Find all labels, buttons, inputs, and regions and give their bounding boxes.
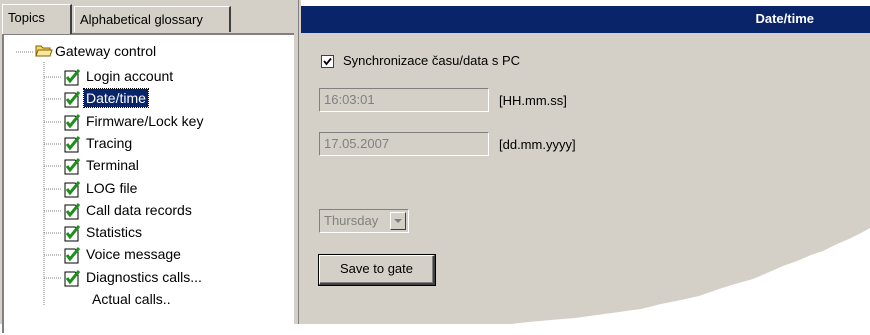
tree-item-label: Statistics	[86, 224, 143, 240]
tree-item-label: Voice message	[86, 246, 181, 262]
checked-doc-icon	[64, 181, 81, 198]
tree-item-label: Tracing	[86, 135, 133, 151]
checked-doc-icon	[64, 158, 81, 175]
tree-item-label: LOG file	[86, 180, 138, 196]
tree-item-label: Date/time	[83, 88, 149, 108]
tree-item-label: Actual calls..	[92, 291, 171, 307]
tab-alphabetical-glossary[interactable]: Alphabetical glossary	[74, 6, 231, 32]
checked-doc-icon	[64, 136, 81, 153]
checked-doc-icon	[64, 270, 81, 287]
panel-title-bar: Date/time	[301, 6, 870, 33]
checked-doc-icon	[64, 247, 81, 264]
tree-item-label: Firmware/Lock key	[86, 113, 204, 129]
tree-root-label: Gateway control	[55, 43, 157, 59]
tree-item-label: Diagnostics calls...	[86, 269, 202, 285]
topics-tree: Gateway control Login account Date/time …	[2, 33, 294, 333]
content-pane: Date/time Synchronizace času/data s PC 1…	[301, 0, 870, 324]
checked-doc-icon	[64, 69, 81, 86]
checked-doc-icon	[64, 203, 81, 220]
tree-item-label: Terminal	[86, 157, 139, 173]
torn-edge-decoration	[511, 228, 870, 324]
tree-item-label: Login account	[86, 68, 174, 84]
folder-open-icon	[35, 45, 53, 57]
date-time-form: Synchronizace času/data s PC 16:03:01 [H…	[301, 33, 870, 324]
checked-doc-icon	[64, 114, 81, 131]
checked-doc-icon	[64, 91, 81, 108]
panel-title: Date/time	[755, 11, 814, 26]
checked-doc-icon	[64, 225, 81, 242]
tab-topics[interactable]: Topics	[2, 4, 72, 34]
tree-item-label: Call data records	[86, 202, 192, 218]
help-navigation-pane: Topics Alphabetical glossary Gateway con…	[0, 0, 300, 333]
